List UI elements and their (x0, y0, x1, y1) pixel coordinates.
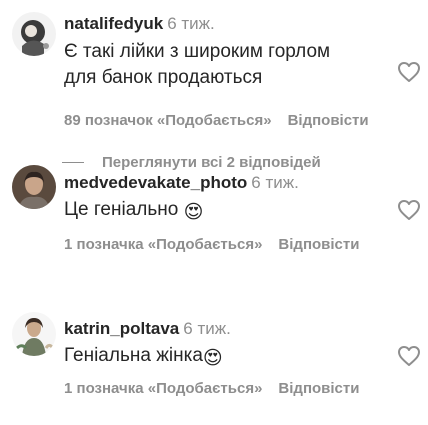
comment-text: Це геніально 😍 (64, 197, 364, 226)
like-heart-icon[interactable] (397, 345, 421, 367)
likes-count[interactable]: 89 позначок «Подобається» (64, 112, 272, 129)
likes-count[interactable]: 1 позначка «Подобається» (64, 236, 262, 253)
like-heart-icon[interactable] (397, 199, 421, 221)
comment-text-line: Це геніально (64, 199, 179, 220)
comment-text-line: Геніальна жінка (64, 345, 203, 366)
reply-button[interactable]: Відповісти (278, 380, 359, 397)
heart-eyes-emoji-icon: 😍 (202, 348, 223, 369)
avatar[interactable] (12, 165, 56, 209)
avatar-image-icon (12, 165, 56, 209)
likes-count[interactable]: 1 позначка «Подобається» (64, 380, 262, 397)
view-replies-button[interactable]: Переглянути всі 2 відповідей (62, 151, 321, 173)
avatar-image-icon (12, 312, 56, 356)
comment-text-line: Є такі лійки з широким горлом (64, 41, 331, 62)
timestamp[interactable]: 6 тиж. (251, 173, 299, 192)
view-replies-label: Переглянути всі 2 відповідей (102, 153, 321, 171)
comment-actions: 1 позначка «Подобається» Відповісти (64, 236, 359, 253)
avatar-image-icon (12, 12, 56, 56)
comment-text-line: для банок продаються (64, 67, 263, 88)
username[interactable]: katrin_poltava (64, 319, 179, 338)
reply-button[interactable]: Відповісти (278, 236, 359, 253)
reply-button[interactable]: Відповісти (288, 112, 369, 129)
username[interactable]: medvedevakate_photo (64, 173, 247, 192)
timestamp[interactable]: 6 тиж. (167, 14, 215, 33)
comment-meta: medvedevakate_photo 6 тиж. (64, 172, 364, 194)
username[interactable]: natalifedyuk (64, 14, 163, 33)
comment-meta: katrin_poltava 6 тиж. (64, 318, 364, 340)
comment-text: Є такі лійки з широким горлом для банок … (64, 39, 364, 91)
avatar[interactable] (12, 312, 56, 356)
comment-actions: 89 позначок «Подобається» Відповісти (64, 112, 369, 129)
heart-eyes-emoji-icon: 😍 (183, 202, 204, 223)
comment-text: Геніальна жінка😍 (64, 343, 364, 372)
like-heart-icon[interactable] (397, 61, 421, 83)
comment-actions: 1 позначка «Подобається» Відповісти (64, 380, 359, 397)
timestamp[interactable]: 6 тиж. (183, 319, 231, 338)
divider (62, 161, 84, 163)
avatar[interactable] (12, 12, 56, 56)
comment-meta: natalifedyuk 6 тиж. (64, 13, 364, 35)
